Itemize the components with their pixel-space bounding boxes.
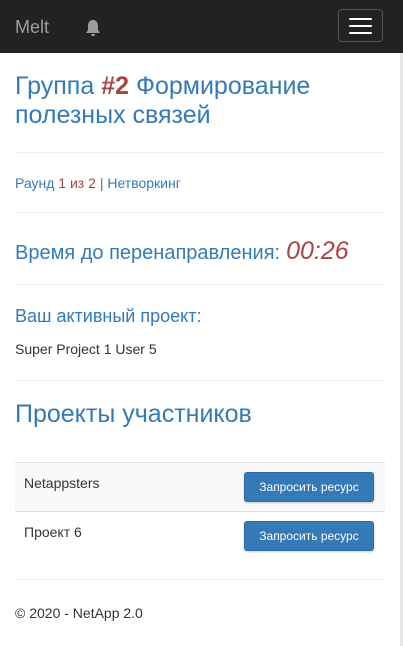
active-project-heading: Ваш активный проект:	[15, 306, 202, 326]
round-label: Раунд	[15, 175, 55, 191]
request-resource-button[interactable]: Запросить ресурс	[244, 472, 374, 502]
round-stage: Нетворкинг	[107, 175, 181, 191]
divider	[15, 284, 385, 285]
round-info: Раунд 1 из 2 | Нетворкинг	[15, 175, 181, 191]
table-row: Netappsters Запросить ресурс	[15, 462, 385, 511]
navbar: Melt	[0, 0, 403, 53]
brand-link[interactable]: Melt	[15, 17, 49, 38]
table-row: Проект 6 Запросить ресурс	[15, 511, 385, 560]
round-total: 2	[88, 175, 96, 191]
hamburger-menu-icon	[349, 18, 372, 20]
round-of: из	[69, 175, 85, 191]
hamburger-menu-icon-bar	[349, 32, 372, 34]
project-name: Проект 6	[24, 524, 82, 540]
navbar-toggle-button[interactable]	[338, 9, 383, 42]
footer-copyright: © 2020 - NetApp 2.0	[15, 605, 143, 621]
project-name: Netappsters	[24, 475, 100, 491]
projects-heading: Проекты участников	[15, 400, 252, 428]
timer-label: Время до перенаправления:	[15, 242, 281, 264]
round-current: 1	[58, 175, 67, 191]
divider	[15, 212, 385, 213]
group-prefix: Группа	[15, 72, 95, 100]
group-number: #2	[101, 72, 130, 100]
projects-table: Netappsters Запросить ресурс Проект 6 За…	[15, 462, 385, 560]
divider	[15, 579, 385, 580]
active-project-value: Super Project 1 User 5	[15, 341, 157, 357]
divider	[15, 380, 385, 381]
hamburger-menu-icon-bar	[349, 25, 372, 27]
redirect-timer: Время до перенаправления: 00:26	[15, 237, 349, 266]
timer-value: 00:26	[286, 237, 349, 265]
bell-icon[interactable]	[83, 18, 103, 38]
round-separator: |	[99, 175, 104, 191]
request-resource-button[interactable]: Запросить ресурс	[244, 521, 374, 551]
page-title: Группа #2 Формирование полезных связей	[15, 72, 355, 130]
divider	[15, 152, 385, 153]
